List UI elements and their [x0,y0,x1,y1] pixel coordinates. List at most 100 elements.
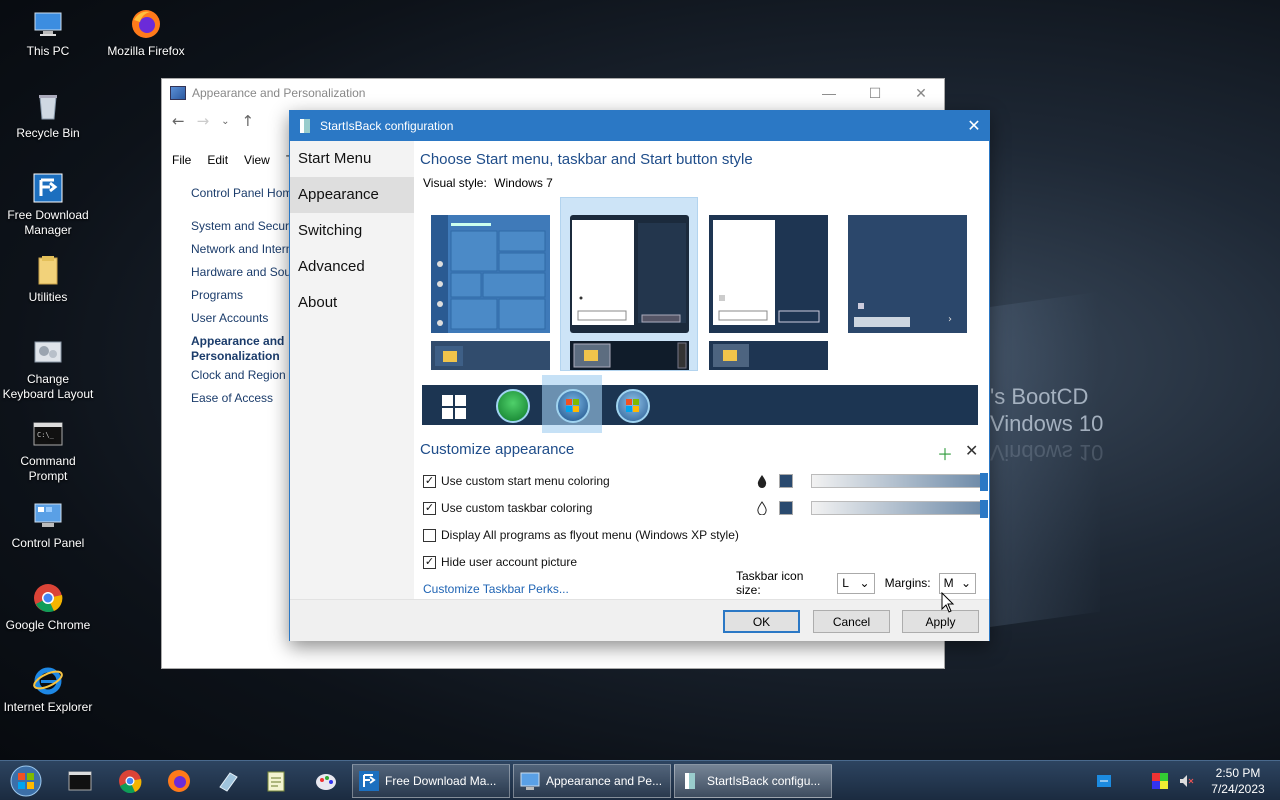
icon-size-select[interactable]: L ⌄ [837,572,875,594]
checkbox[interactable]: ✓ [423,555,436,569]
checkbox[interactable] [423,528,436,542]
task-free-download-manager[interactable]: Free Download Ma... [352,764,510,798]
recent-chevron-icon[interactable]: ⌄ [221,116,229,127]
drop-filled-icon [757,475,767,488]
add-icon[interactable]: ＋ [937,441,953,465]
keyboard-gear-icon [32,336,64,368]
nav-appearance[interactable]: Appearance [290,177,414,213]
desktop-icon-chrome[interactable]: Google Chrome [0,582,96,633]
checkbox-label: Use custom start menu coloring [441,474,610,488]
menu-file[interactable]: File [172,153,191,167]
desktop-icon-this-pc[interactable]: This PC [0,8,96,59]
color-swatch[interactable] [779,501,793,515]
windows7-orb-button[interactable] [556,389,590,423]
margins-select[interactable]: M ⌄ [938,572,976,594]
clock-time: 2:50 PM [1215,766,1261,780]
color-swatch[interactable] [779,474,793,488]
nav-about[interactable]: About [290,285,414,321]
style-thumb-plain[interactable]: › [848,215,967,333]
desktop-icon-recycle-bin[interactable]: Recycle Bin [0,90,96,141]
terminal-icon: C:\_ [32,418,64,450]
menu-edit[interactable]: Edit [207,153,228,167]
download-tray-icon[interactable] [1096,773,1112,789]
icon-size-label: Taskbar icon size: [736,569,804,597]
desktop-icon-label: Change Keyboard Layout [2,372,94,401]
sidebar-item-ease-of-access[interactable]: Ease of Access [191,391,291,414]
check-hide-user-picture[interactable]: ✓ Hide user account picture [423,555,577,569]
desktop-icon-command-prompt[interactable]: C:\_ Command Prompt [0,418,96,484]
vista-orb-button[interactable] [616,389,650,423]
eraser-icon [219,772,238,792]
clock-date: 7/24/2023 [1211,782,1265,796]
close-button[interactable]: ✕ [959,111,989,141]
monitor-icon [32,8,64,40]
dialog-titlebar[interactable]: StartIsBack configuration ✕ [290,111,989,141]
desktop-icon-ie[interactable]: Internet Explorer [0,664,96,715]
style-thumb-windows7[interactable] [570,215,689,333]
desktop-icon-label: Mozilla Firefox [107,44,185,58]
clock[interactable]: 2:50 PM 7/24/2023 [1206,765,1270,797]
pinned-notepad[interactable] [262,767,290,795]
startisback-dialog[interactable]: StartIsBack configuration ✕ Start Menu A… [289,110,990,641]
check-taskbar-coloring[interactable]: ✓ Use custom taskbar coloring [423,501,592,515]
task-appearance-personalization[interactable]: Appearance and Pe... [513,764,671,798]
pinned-notes[interactable] [214,767,242,795]
taskbar-color-row [755,500,988,518]
clover-orb-button[interactable] [496,389,530,423]
sidebar-item-user-accounts[interactable]: User Accounts [191,311,291,334]
color-display-icon[interactable] [1152,773,1168,789]
sidebar-item-hardware[interactable]: Hardware and Soun [191,265,291,288]
style-thumb-windows8[interactable] [709,215,828,333]
cancel-button[interactable]: Cancel [813,610,890,633]
desktop-icon-fdm[interactable]: Free Download Manager [0,172,96,238]
sidebar-item-programs[interactable]: Programs [191,288,291,311]
ok-button[interactable]: OK [723,610,800,633]
checkbox[interactable]: ✓ [423,501,436,515]
sidebar-item-appearance[interactable]: Appearance and Personalization [191,334,291,368]
maximize-button[interactable]: ☐ [852,79,898,107]
forward-arrow-icon[interactable]: → [197,112,210,130]
control-panel-titlebar[interactable]: Appearance and Personalization — ☐ ✕ [162,79,944,107]
taskbar-thumb-1[interactable] [431,341,550,370]
desktop-icon-change-keyboard[interactable]: Change Keyboard Layout [0,336,96,402]
sidebar-item-system-security[interactable]: System and Securit [191,219,291,242]
slider-handle[interactable] [980,473,988,491]
checkbox[interactable]: ✓ [423,474,436,488]
check-start-menu-coloring[interactable]: ✓ Use custom start menu coloring [423,474,610,488]
remove-icon[interactable]: ✕ [965,441,978,465]
start-button[interactable] [4,763,48,799]
pinned-paint[interactable] [312,767,340,795]
close-button[interactable]: ✕ [898,79,944,107]
nav-advanced[interactable]: Advanced [290,249,414,285]
menu-view[interactable]: View [244,153,270,167]
back-arrow-icon[interactable]: ← [172,112,185,130]
volume-muted-icon[interactable] [1178,773,1194,789]
folder-icon [32,254,64,286]
taskbar-thumb-3[interactable] [709,341,828,370]
opacity-slider[interactable] [811,473,988,491]
opacity-slider[interactable] [811,500,988,518]
taskbar-thumb-2[interactable] [570,341,689,370]
desktop-icon-control-panel[interactable]: Control Panel [0,500,96,551]
desktop-icon-utilities[interactable]: Utilities [0,254,96,305]
up-arrow-icon[interactable]: ↑ [242,112,255,130]
task-startisback-config[interactable]: StartIsBack configu... [674,764,832,798]
control-panel-home-link[interactable]: Control Panel Hom [191,186,291,209]
pinned-firefox[interactable] [165,767,193,795]
sidebar-item-network[interactable]: Network and Intern [191,242,291,265]
customize-taskbar-perks-link[interactable]: Customize Taskbar Perks... [423,582,569,596]
pinned-command-prompt[interactable] [66,767,94,795]
visual-style-label: Visual style: [423,176,487,190]
nav-switching[interactable]: Switching [290,213,414,249]
nav-start-menu[interactable]: Start Menu [290,141,414,177]
sidebar-item-clock-region[interactable]: Clock and Region [191,368,291,391]
style-thumb-windows10[interactable] [431,215,550,333]
dialog-title: StartIsBack configuration [320,119,454,133]
desktop-icon-firefox[interactable]: Mozilla Firefox [98,8,194,59]
customize-heading: Customize appearance [420,441,575,458]
slider-handle[interactable] [980,500,988,518]
minimize-button[interactable]: — [806,79,852,107]
windows-logo-button[interactable] [442,395,466,422]
pinned-chrome[interactable] [116,767,144,795]
check-flyout-menu[interactable]: Display All programs as flyout menu (Win… [423,528,739,542]
